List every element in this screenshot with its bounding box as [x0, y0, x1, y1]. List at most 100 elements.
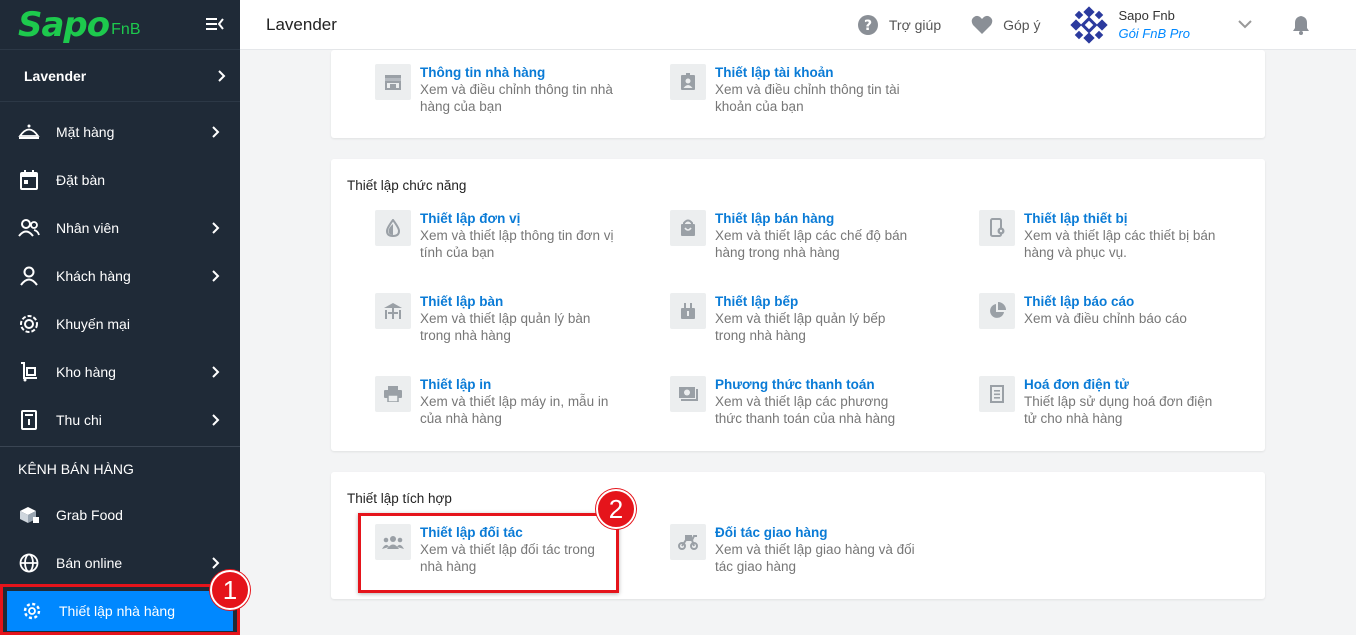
sidebar-item-label: Thiết lập nhà hàng	[59, 603, 175, 619]
chevron-right-icon	[212, 557, 220, 569]
user-info: Sapo Fnb Gói FnB Pro	[1118, 8, 1190, 41]
tile-desc: Xem và điều chỉnh thông tin tài khoản củ…	[715, 82, 900, 114]
scooter-icon	[670, 524, 706, 560]
sidebar-item-label: Grab Food	[56, 507, 123, 523]
tile-title[interactable]: Đối tác giao hàng	[715, 524, 915, 541]
logo-area: Sapo FnB	[0, 0, 240, 50]
sidebar-nav: Mặt hàng Đặt bàn Nhân viên Khách hàng Kh…	[0, 102, 240, 444]
tile-title[interactable]: Thiết lập đơn vị	[420, 210, 620, 227]
sidebar-item-label: Khuyến mại	[56, 316, 130, 332]
tile-thiet-lap-ban-hang[interactable]: Thiết lập bán hàng Xem và thiết lập các …	[670, 210, 915, 261]
sidebar-item-label: Thu chi	[56, 412, 102, 428]
sidebar-item-label: Mặt hàng	[56, 124, 115, 140]
tile-title[interactable]: Thiết lập báo cáo	[1024, 293, 1224, 310]
feedback-label: Góp ý	[1003, 16, 1041, 33]
promo-gear-icon	[18, 313, 40, 335]
tile-desc: Xem và thiết lập giao hàng và đối tác gi…	[715, 542, 915, 574]
channel-section-title: KÊNH BÁN HÀNG	[18, 461, 134, 477]
tile-title[interactable]: Thiết lập bếp	[715, 293, 915, 310]
help-icon: ?	[857, 14, 878, 35]
tile-thong-tin-nha-hang[interactable]: Thông tin nhà hàng Xem và điều chỉnh thô…	[375, 64, 620, 115]
tile-title[interactable]: Thiết lập bán hàng	[715, 210, 915, 227]
boxes-icon	[18, 504, 40, 526]
sidebar-item-label: Bán online	[56, 555, 123, 571]
annotation-box-2	[358, 513, 619, 593]
kitchen-icon	[670, 293, 706, 329]
feedback-link[interactable]: Góp ý	[971, 15, 1040, 35]
tile-thiet-lap-bao-cao[interactable]: Thiết lập báo cáo Xem và điều chỉnh báo …	[979, 293, 1224, 329]
globe-icon	[18, 552, 40, 574]
tile-thiet-lap-don-vi[interactable]: Thiết lập đơn vị Xem và thiết lập thông …	[375, 210, 620, 261]
tile-thiet-lap-tai-khoan[interactable]: Thiết lập tài khoản Xem và điều chỉnh th…	[670, 64, 915, 115]
printer-icon	[375, 376, 411, 412]
tile-thiet-lap-ban[interactable]: Thiết lập bàn Xem và thiết lập quản lý b…	[375, 293, 620, 344]
chevron-down-icon[interactable]	[1238, 20, 1252, 29]
tile-thiet-lap-in[interactable]: Thiết lập in Xem và thiết lập máy in, mẫ…	[375, 376, 620, 427]
sidebar-item-label: Khách hàng	[56, 268, 131, 284]
sidebar-item-kho-hang[interactable]: Kho hàng	[0, 348, 240, 396]
page-title: Lavender	[266, 14, 337, 34]
sidebar-item-label: Kho hàng	[56, 364, 116, 380]
sidebar: Sapo FnB Lavender Mặt hàng Đặt bàn Nhân …	[0, 0, 240, 635]
tile-doi-tac-giao-hang[interactable]: Đối tác giao hàng Xem và thiết lập giao …	[670, 524, 915, 575]
heart-icon	[971, 15, 993, 34]
calendar-icon	[18, 169, 40, 191]
sidebar-item-thu-chi[interactable]: Thu chi	[0, 396, 240, 444]
sidebar-item-khach-hang[interactable]: Khách hàng	[0, 252, 240, 300]
tile-title[interactable]: Phương thức thanh toán	[715, 376, 915, 393]
sidebar-item-thiet-lap-nha-hang[interactable]: Thiết lập nhà hàng	[7, 591, 233, 631]
user-name: Sapo Fnb	[1118, 8, 1175, 23]
tile-phuong-thuc-thanh-toan[interactable]: Phương thức thanh toán Xem và thiết lập …	[670, 376, 915, 427]
tile-title[interactable]: Thiết lập thiết bị	[1024, 210, 1224, 227]
tile-title[interactable]: Hoá đơn điện tử	[1024, 376, 1224, 393]
sidebar-item-khuyen-mai[interactable]: Khuyến mại	[0, 300, 240, 348]
svg-text:?: ?	[864, 18, 872, 34]
section-title: Thiết lập chức năng	[347, 178, 467, 193]
chevron-right-icon	[212, 222, 220, 234]
sidebar-item-label: Nhân viên	[56, 220, 120, 236]
tile-title[interactable]: Thiết lập tài khoản	[715, 64, 915, 81]
general-settings-card: Thông tin nhà hàng Xem và điều chỉnh thô…	[331, 50, 1265, 138]
collapse-menu-icon[interactable]	[206, 16, 224, 32]
table-umbrella-icon	[375, 293, 411, 329]
gear-icon	[21, 600, 43, 622]
sidebar-item-label: Đặt bàn	[56, 172, 106, 188]
device-settings-icon	[979, 210, 1015, 246]
function-settings-card: Thiết lập chức năng Thiết lập đơn vị Xem…	[331, 159, 1265, 451]
money-icon	[670, 376, 706, 412]
user-menu[interactable]: Sapo Fnb Gói FnB Pro	[1070, 5, 1280, 44]
sidebar-item-nhan-vien[interactable]: Nhân viên	[0, 204, 240, 252]
annotation-box-1: Thiết lập nhà hàng	[0, 584, 240, 635]
tile-thiet-lap-bep[interactable]: Thiết lập bếp Xem và thiết lập quản lý b…	[670, 293, 915, 344]
tile-desc: Xem và thiết lập các thiết bị bán hàng v…	[1024, 228, 1216, 260]
tile-hoa-don-dien-tu[interactable]: Hoá đơn điện tử Thiết lập sử dụng hoá đơ…	[979, 376, 1224, 427]
logo-text[interactable]: Sapo	[18, 5, 110, 45]
help-link[interactable]: ? Trợ giúp	[857, 14, 941, 36]
bell-icon[interactable]	[1292, 15, 1310, 35]
tile-desc: Xem và điều chỉnh thông tin nhà hàng của…	[420, 82, 613, 114]
tile-desc: Xem và thiết lập quản lý bếp trong nhà h…	[715, 311, 886, 343]
store-selector[interactable]: Lavender	[0, 50, 240, 102]
user-icon	[18, 265, 40, 287]
section-title: Thiết lập tích hợp	[347, 491, 452, 506]
tile-title[interactable]: Thiết lập in	[420, 376, 620, 393]
pie-chart-icon	[979, 293, 1015, 329]
tile-thiet-lap-thiet-bi[interactable]: Thiết lập thiết bị Xem và thiết lập các …	[979, 210, 1224, 261]
top-header: Lavender ? Trợ giúp Góp ý Sapo Fnb Gói F…	[240, 0, 1356, 50]
tile-desc: Xem và thiết lập các chế độ bán hàng tro…	[715, 228, 908, 260]
account-badge-icon	[670, 64, 706, 100]
sidebar-item-grab-food[interactable]: Grab Food	[0, 491, 240, 539]
annotation-badge-1: 1	[210, 570, 250, 610]
sidebar-item-dat-ban[interactable]: Đặt bàn	[0, 156, 240, 204]
users-icon	[18, 217, 40, 239]
sidebar-item-mat-hang[interactable]: Mặt hàng	[0, 108, 240, 156]
tile-title[interactable]: Thiết lập bàn	[420, 293, 620, 310]
tile-desc: Thiết lập sử dụng hoá đơn điện tử cho nh…	[1024, 394, 1213, 426]
tile-desc: Xem và thiết lập quản lý bàn trong nhà h…	[420, 311, 591, 343]
sidebar-item-ban-online[interactable]: Bán online	[0, 539, 240, 587]
drop-icon	[375, 210, 411, 246]
chevron-right-icon	[212, 414, 220, 426]
logo-sub-text: FnB	[111, 20, 141, 38]
tile-desc: Xem và thiết lập thông tin đơn vị tính c…	[420, 228, 614, 260]
tile-title[interactable]: Thông tin nhà hàng	[420, 64, 620, 81]
